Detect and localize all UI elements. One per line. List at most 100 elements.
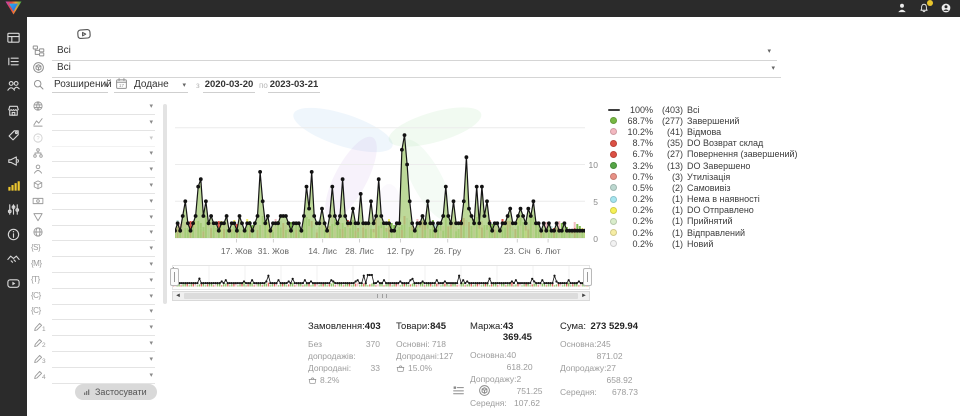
legend-item[interactable]: 0.2%(1)DO Отправлено: [607, 205, 798, 216]
package-icon: [32, 179, 44, 191]
legend-item[interactable]: 68.7%(277)Завершений: [607, 115, 798, 126]
sidebar-item-orders-icon[interactable]: [6, 54, 21, 69]
date-from-input[interactable]: 2020-03-20: [203, 78, 255, 93]
date-field-select[interactable]: 17 Додане ▾: [114, 77, 188, 93]
filter-row-brace-m[interactable]: {M}▾: [32, 258, 155, 272]
sidebar-item-dashboard-icon[interactable]: [6, 30, 21, 45]
legend-item[interactable]: 0.2%(1)Нема в наявності: [607, 194, 798, 205]
filter-row-help[interactable]: ?▾: [32, 132, 155, 146]
filter-row-pencil-1[interactable]: 1▾: [32, 321, 155, 335]
legend-label: Всі: [687, 105, 700, 115]
stats-subvalue: 127: [439, 350, 453, 362]
filter-panel-scrollbar[interactable]: [163, 104, 167, 304]
filter-row-globe-grid[interactable]: ▾: [32, 226, 155, 240]
filter-row-globe[interactable]: ▾: [32, 100, 155, 114]
legend-item[interactable]: 0.2%(1)Прийнятий: [607, 216, 798, 227]
sidebar-item-info-icon[interactable]: [6, 227, 21, 242]
help-video-icon[interactable]: [73, 27, 95, 42]
date-to-input[interactable]: 2023-03-21: [268, 78, 320, 93]
avatar-icon[interactable]: [940, 2, 952, 14]
scroll-left-arrow[interactable]: ◄: [173, 292, 183, 300]
stats-subrow: Основна:245 871.02: [560, 338, 638, 362]
range-navigator[interactable]: [172, 265, 590, 290]
stats-subvalue: 33: [371, 362, 380, 374]
filter-row-brace-s[interactable]: {S}▾: [32, 242, 155, 256]
legend-label: Утилізація: [687, 172, 730, 182]
sidebar-item-price-tag-icon[interactable]: [6, 128, 21, 143]
stats-sublabel: Без допродажів:: [308, 338, 366, 362]
filter-row-brace-c[interactable]: {C}▾: [32, 290, 155, 304]
chevron-down-icon: ▾: [149, 260, 153, 270]
legend-item[interactable]: 100%(403)Всі: [607, 104, 798, 115]
sidebar-item-store-icon[interactable]: [6, 103, 21, 118]
filter-row-pencil-4[interactable]: 4▾: [32, 369, 155, 383]
legend-dot-swatch: [610, 229, 617, 236]
apply-button-label: Застосувати: [95, 387, 147, 397]
user-icon[interactable]: [896, 2, 908, 14]
filter-row-pencil-2[interactable]: 2▾: [32, 337, 155, 351]
orders-chart: [175, 97, 585, 243]
filter-row-brace-c[interactable]: {C}▾: [32, 305, 155, 319]
brand-logo[interactable]: [5, 1, 22, 15]
stats-title: Товари:: [396, 321, 430, 332]
sidebar-item-megaphone-icon[interactable]: [6, 153, 21, 168]
stats-subrow: Основна:40 618.20: [470, 349, 540, 373]
filter-row-package[interactable]: ▾: [32, 179, 155, 193]
stats-subrow: Без допродажів:370: [308, 338, 380, 362]
legend-item[interactable]: 0.2%(1)Відправлений: [607, 227, 798, 238]
apply-button[interactable]: Застосувати: [75, 384, 157, 400]
notifications-bell[interactable]: [918, 2, 930, 14]
date-field-value: Додане: [134, 79, 169, 90]
legend-item[interactable]: 8.7%(35)DO Возврат склад: [607, 138, 798, 149]
filter-row-chart-area[interactable]: ▾: [32, 116, 155, 130]
chart-legend: 100%(403)Всі68.7%(277)Завершений10.2%(41…: [607, 104, 798, 249]
brace-t-icon: {T}: [31, 275, 40, 284]
legend-count: (41): [653, 127, 683, 137]
filter-row-banknote[interactable]: ▾: [32, 195, 155, 209]
scroll-right-arrow[interactable]: ►: [579, 292, 589, 300]
legend-item[interactable]: 6.7%(27)Повернення (завершений): [607, 149, 798, 160]
category-filter-select[interactable]: Всі ▾: [32, 44, 777, 59]
svg-text:?: ?: [36, 136, 39, 142]
filter-row-brace-t[interactable]: {T}▾: [32, 274, 155, 288]
legend-count: (1): [653, 205, 683, 215]
x-tick-label: 6. Лют: [528, 246, 568, 256]
x-tick-label: 12. Гру: [381, 246, 421, 256]
pencil-number: 3: [42, 358, 46, 365]
filter-row-funnel[interactable]: ▾: [32, 211, 155, 225]
chevron-down-icon: ▾: [149, 134, 153, 144]
upsell-rate: 8.2%: [308, 375, 380, 385]
list-view-icon[interactable]: [452, 384, 465, 397]
legend-item[interactable]: 0.7%(3)Утилізація: [607, 171, 798, 182]
sidebar-item-partners-icon[interactable]: [6, 251, 21, 266]
legend-percent: 8.7%: [620, 138, 653, 148]
filter-row-person[interactable]: ▾: [32, 163, 155, 177]
chevron-down-icon: ▾: [149, 228, 153, 238]
y-tick-label: 0: [586, 234, 598, 244]
product-filter-value: Всі: [57, 62, 71, 73]
y-tick-label: 10: [586, 160, 598, 170]
legend-item[interactable]: 0.5%(2)Самовивіз: [607, 182, 798, 193]
legend-item[interactable]: 10.2%(41)Відмова: [607, 126, 798, 137]
filter-row-hierarchy[interactable]: ▾: [32, 147, 155, 161]
navigator-left-handle[interactable]: [170, 268, 179, 286]
scrollbar-thumb[interactable]: [184, 293, 578, 299]
upsell-percent: 15.0%: [408, 363, 432, 373]
navigator-right-handle[interactable]: [583, 268, 592, 286]
chevron-down-icon: ▾: [149, 118, 153, 128]
legend-item[interactable]: 0.2%(1)Новий: [607, 238, 798, 249]
sidebar-item-settings-icon[interactable]: [6, 202, 21, 217]
legend-item[interactable]: 3.2%(13)DO Завершено: [607, 160, 798, 171]
chevron-down-icon: ▾: [149, 149, 153, 159]
filter-row-pencil-3[interactable]: 3▾: [32, 353, 155, 367]
search-mode-select[interactable]: Розширений ▾: [52, 78, 108, 93]
search-icon: [32, 78, 45, 91]
sidebar-item-statistics-icon[interactable]: [6, 178, 21, 193]
stats-sublabel: Основні:: [396, 338, 430, 350]
sidebar-item-customers-icon[interactable]: [6, 78, 21, 93]
legend-label: Нема в наявності: [687, 194, 760, 204]
product-view-icon[interactable]: [478, 384, 491, 397]
product-filter-select[interactable]: Всі ▾: [32, 61, 781, 76]
sidebar-item-video-icon[interactable]: [6, 276, 21, 291]
x-tick-label: 14. Лис: [303, 246, 343, 256]
